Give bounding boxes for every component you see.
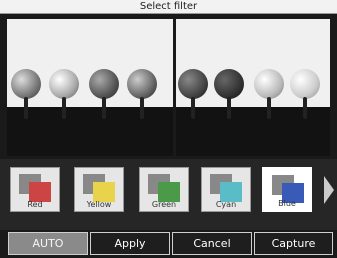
preview-object [178,69,208,99]
filter-swatch-icon [158,182,180,202]
apply-button[interactable]: Apply [90,232,170,255]
preview-object [214,69,244,99]
capture-button[interactable]: Capture [254,232,333,255]
filter-label: Yellow [86,200,112,209]
dialog-title: Select filter [0,0,337,14]
filter-thumb-yellow[interactable]: Yellow [74,167,124,212]
preview-object [11,69,41,99]
filter-swatch-icon [220,182,242,202]
filter-label: Cyan [215,200,237,209]
filter-thumb-blue[interactable]: Blue [262,167,312,212]
chevron-right-icon[interactable] [324,176,334,204]
filter-label: Blue [278,199,296,208]
filter-swatch-icon [93,182,115,202]
filter-thumb-red[interactable]: Red [10,167,60,212]
cancel-button[interactable]: Cancel [172,232,252,255]
preview-object [89,69,119,99]
preview-object [254,69,284,99]
filter-thumb-cyan[interactable]: Cyan [201,167,251,212]
filter-swatch-icon [29,182,51,202]
preview-object [127,69,157,99]
preview-object [49,69,79,99]
preview-original [7,19,173,156]
filter-label: Green [151,200,177,209]
filter-thumb-green[interactable]: Green [139,167,189,212]
auto-button[interactable]: AUTO [8,232,88,255]
preview-object [290,69,320,99]
preview-filtered [176,19,330,156]
filter-label: Red [27,200,43,209]
